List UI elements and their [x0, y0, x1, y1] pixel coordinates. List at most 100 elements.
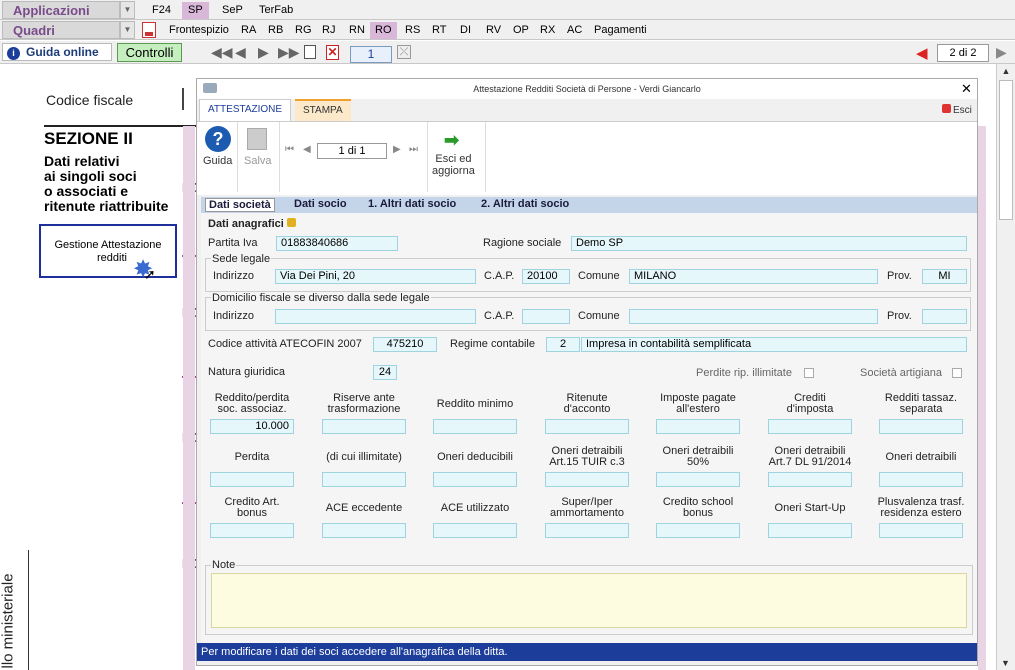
partita-iva-field[interactable]: 01883840686	[276, 236, 398, 251]
quadri-tab-rb[interactable]: RB	[263, 22, 288, 39]
amount-field[interactable]	[879, 419, 963, 434]
exit-update-icon[interactable]: ➡	[444, 130, 459, 151]
quadri-tab-rs[interactable]: RS	[400, 22, 425, 39]
scrollbar[interactable]: ▲ ▼	[996, 64, 1015, 670]
prev-record-icon[interactable]: ◀	[303, 144, 311, 155]
tab-attestazione[interactable]: ATTESTAZIONE	[199, 99, 292, 121]
amount-field[interactable]	[768, 419, 852, 434]
goto-page-icon[interactable]: ⤫	[397, 45, 411, 59]
amount-field[interactable]	[656, 523, 740, 538]
scroll-up-icon[interactable]: ▲	[997, 66, 1015, 76]
natura-field[interactable]: 24	[373, 365, 397, 380]
applicazioni-select[interactable]: Applicazioni	[2, 1, 120, 19]
domicilio-prov-field[interactable]	[922, 309, 967, 324]
quadri-tab-rj[interactable]: RJ	[317, 22, 340, 39]
amount-label-line: Reddito minimo	[436, 398, 514, 410]
quadri-select[interactable]: Quadri	[2, 21, 120, 39]
quadri-tab-rv[interactable]: RV	[481, 22, 506, 39]
first-page-icon[interactable]: ◀◀	[211, 44, 233, 61]
amount-field[interactable]	[322, 472, 406, 487]
amount-field[interactable]	[210, 523, 294, 538]
amount-field[interactable]	[656, 472, 740, 487]
amount-field[interactable]	[879, 472, 963, 487]
quadri-tab-op[interactable]: OP	[508, 22, 534, 39]
save-icon[interactable]	[247, 128, 267, 150]
scroll-down-icon[interactable]: ▼	[1001, 658, 1010, 668]
amount-field[interactable]	[322, 419, 406, 434]
amount-field[interactable]	[879, 523, 963, 538]
top-tab-sp[interactable]: SP	[182, 2, 209, 19]
delete-page-icon[interactable]: ✕	[326, 45, 339, 60]
quadri-tab-rx[interactable]: RX	[535, 22, 560, 39]
amount-field[interactable]	[545, 523, 629, 538]
quadri-tab-pagamenti[interactable]: Pagamenti	[589, 22, 652, 39]
esci-button[interactable]: Esci	[942, 104, 972, 116]
subtab-dati-socio[interactable]: Dati socio	[291, 198, 350, 210]
help-icon[interactable]: ?	[205, 126, 231, 152]
first-record-icon[interactable]: ⏮	[285, 144, 294, 155]
domicilio-cap-field[interactable]	[522, 309, 570, 324]
quadri-tab-di[interactable]: DI	[455, 22, 476, 39]
esci-aggiorna-button[interactable]: Esci ed aggiorna	[432, 153, 475, 177]
codice-attivita-field[interactable]: 475210	[373, 337, 437, 352]
amount-field[interactable]	[433, 419, 517, 434]
amount-field[interactable]	[433, 523, 517, 538]
scroll-thumb[interactable]	[999, 80, 1013, 220]
amount-field[interactable]: 10.000	[210, 419, 294, 434]
chevron-down-icon[interactable]: ▼	[120, 1, 135, 19]
amount-field[interactable]	[545, 472, 629, 487]
comune-field[interactable]: MILANO	[629, 269, 878, 284]
cap-field[interactable]: 20100	[522, 269, 570, 284]
subtab-altri-dati-1[interactable]: 1. Altri dati socio	[365, 198, 459, 210]
gestione-attestazione-button[interactable]: Gestione Attestazione redditi	[39, 224, 177, 278]
top-tab-terfab[interactable]: TerFab	[253, 2, 299, 19]
new-page-icon[interactable]	[304, 45, 316, 59]
regime-field[interactable]: Impresa in contabilità semplificata	[581, 337, 967, 352]
amount-field[interactable]	[545, 419, 629, 434]
controlli-button[interactable]: Controlli	[117, 43, 182, 62]
quadri-tab-ra[interactable]: RA	[236, 22, 261, 39]
quadri-tab-ro[interactable]: RO	[370, 22, 397, 39]
amount-field[interactable]	[768, 523, 852, 538]
close-icon[interactable]: ✕	[961, 81, 972, 97]
regime-code-field[interactable]: 2	[546, 337, 580, 352]
next-page-icon[interactable]: ▶	[258, 44, 269, 61]
last-page-icon[interactable]: ▶▶	[278, 44, 300, 61]
amount-field[interactable]	[768, 472, 852, 487]
guida-button[interactable]: Guida	[203, 155, 232, 167]
tab-stampa[interactable]: STAMPA	[295, 99, 351, 121]
next-record-icon[interactable]: ▶	[393, 144, 401, 155]
artigiana-checkbox[interactable]	[952, 368, 962, 378]
form-content: Dati anagrafici Partita Iva 01883840686 …	[201, 213, 977, 643]
chevron-down-icon[interactable]: ▼	[120, 21, 135, 39]
quadri-tab-rg[interactable]: RG	[290, 22, 317, 39]
amount-field[interactable]	[322, 523, 406, 538]
prev-form-icon[interactable]: ◀	[916, 44, 928, 62]
amount-field[interactable]	[210, 472, 294, 487]
note-textarea[interactable]	[211, 573, 967, 628]
pdf-icon[interactable]	[142, 22, 156, 38]
subtab-dati-societa[interactable]: Dati società	[205, 198, 275, 212]
ragione-sociale-field[interactable]: Demo SP	[571, 236, 967, 251]
quadri-tab-rn[interactable]: RN	[344, 22, 370, 39]
domicilio-comune-field[interactable]	[629, 309, 878, 324]
next-form-icon[interactable]: ▶	[996, 44, 1007, 61]
amount-field[interactable]	[433, 472, 517, 487]
domicilio-indirizzo-field[interactable]	[275, 309, 476, 324]
perdite-checkbox[interactable]	[804, 368, 814, 378]
quadri-tab-rt[interactable]: RT	[427, 22, 451, 39]
amount-field[interactable]	[656, 419, 740, 434]
subtab-altri-dati-2[interactable]: 2. Altri dati socio	[478, 198, 572, 210]
quadri-tab-frontespizio[interactable]: Frontespizio	[164, 22, 234, 39]
record-field[interactable]: 1 di 1	[317, 143, 387, 159]
last-record-icon[interactable]: ⏭	[409, 144, 418, 155]
indirizzo-field[interactable]: Via Dei Pini, 20	[275, 269, 476, 284]
quadri-tab-ac[interactable]: AC	[562, 22, 587, 39]
guida-online-button[interactable]: i Guida online	[2, 43, 112, 61]
salva-button[interactable]: Salva	[244, 155, 272, 167]
top-tab-f24[interactable]: F24	[146, 2, 177, 19]
page-number-field[interactable]: 1	[350, 46, 392, 63]
top-tab-sep[interactable]: SeP	[216, 2, 249, 19]
prev-page-icon[interactable]: ◀	[235, 44, 246, 61]
prov-field[interactable]: MI	[922, 269, 967, 284]
